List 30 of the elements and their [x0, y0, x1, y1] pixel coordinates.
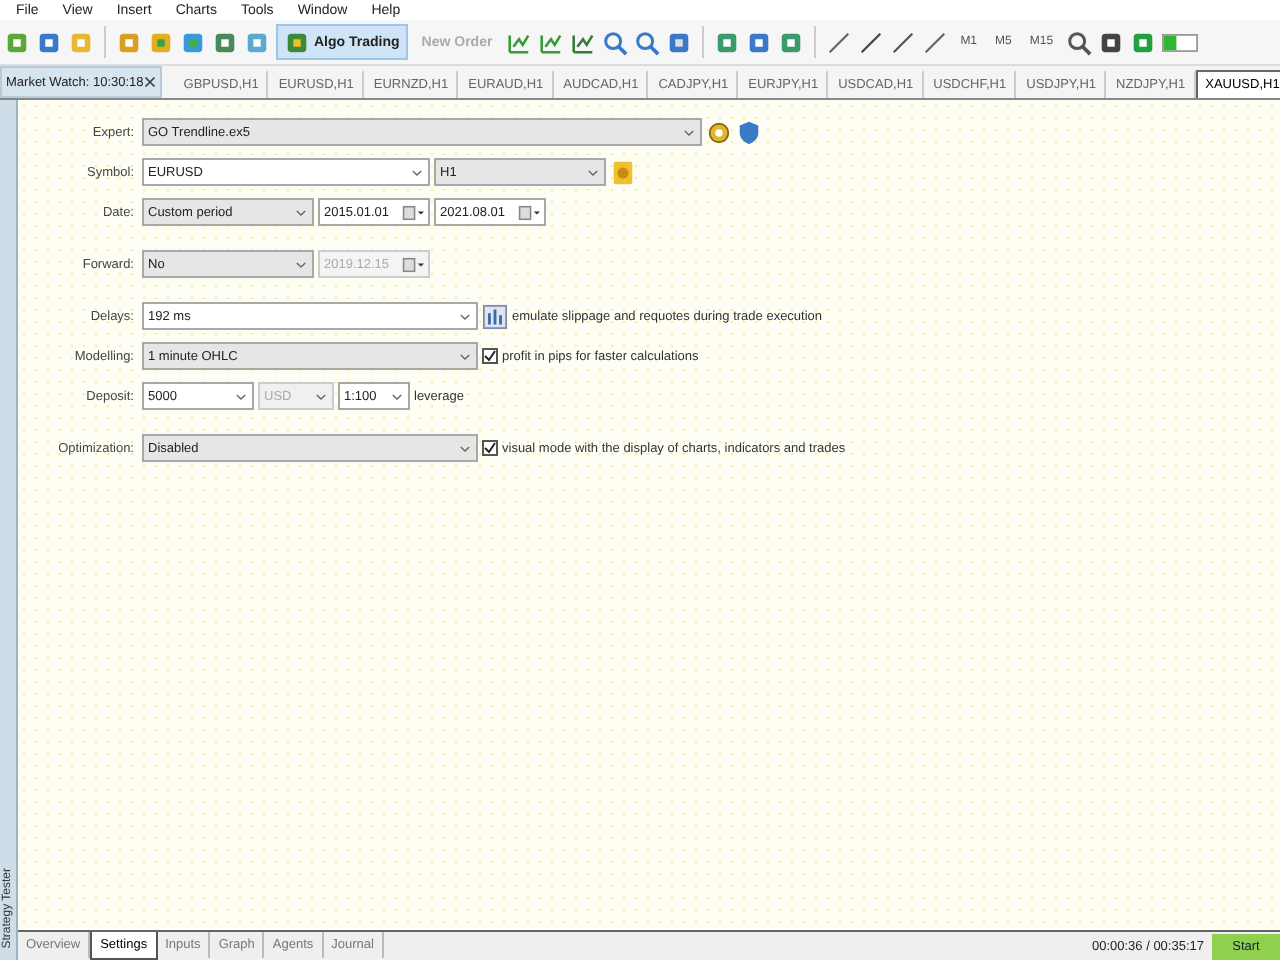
checkbox[interactable] [482, 440, 498, 456]
chart-icon[interactable] [538, 29, 565, 55]
chevron-down-icon [314, 389, 328, 403]
chevron-down-icon [586, 165, 600, 179]
chevron-down-icon [234, 389, 248, 403]
chevron-down-icon [682, 125, 696, 139]
chevron-down-icon [458, 349, 472, 363]
zoom-out-icon[interactable] [634, 29, 661, 55]
line-icon[interactable] [858, 29, 885, 55]
calendar-icon[interactable] [402, 203, 424, 221]
bars-icon[interactable] [482, 303, 508, 329]
search-icon[interactable] [1065, 29, 1092, 55]
checkmark-icon [484, 350, 496, 362]
chevron-down-icon [294, 257, 308, 271]
chevron-down-icon [390, 389, 404, 403]
chart-icon[interactable] [570, 29, 597, 55]
line-icon[interactable] [826, 29, 853, 55]
level-meter-icon [1161, 33, 1198, 51]
chart-icon[interactable] [506, 29, 533, 55]
chevron-down-icon [410, 165, 424, 179]
zoom-in-icon[interactable] [602, 29, 629, 55]
calendar-icon[interactable] [518, 203, 540, 221]
chevron-down-icon [458, 309, 472, 323]
close-icon[interactable] [143, 76, 156, 88]
checkbox[interactable] [482, 348, 498, 364]
line-icon[interactable] [890, 29, 917, 55]
chevron-down-icon [294, 205, 308, 219]
chevron-down-icon [458, 441, 472, 455]
shield-icon[interactable] [736, 119, 762, 145]
checkmark-icon [484, 442, 496, 454]
